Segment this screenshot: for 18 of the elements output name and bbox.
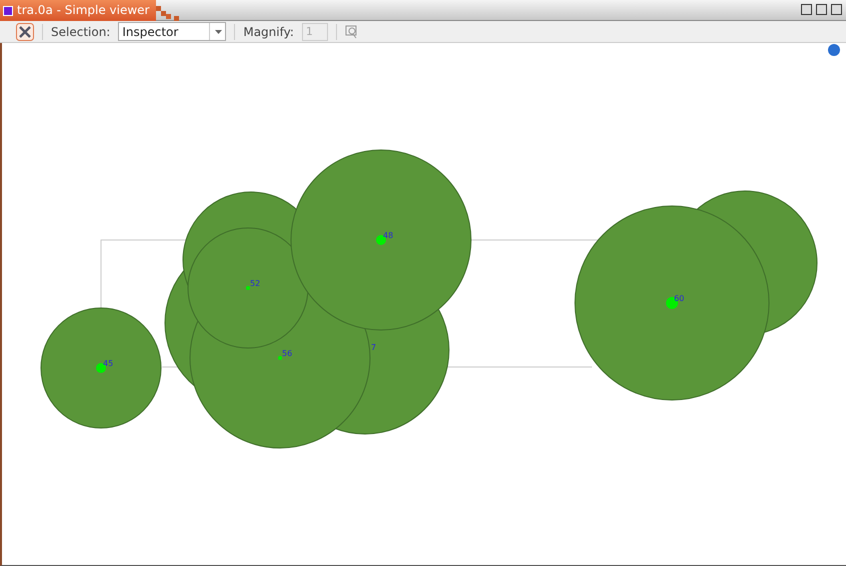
minimize-button[interactable] <box>801 4 812 15</box>
node-cluster-drawing[interactable] <box>574 190 818 400</box>
node-label: 52 <box>250 279 260 288</box>
node-label: 56 <box>282 349 292 358</box>
window-title: tra.0a - Simple viewer <box>17 2 150 19</box>
magnify-label: Magnify: <box>243 24 294 40</box>
selection-label: Selection: <box>51 24 110 40</box>
node-label: 45 <box>103 359 114 368</box>
node-label: 60 <box>674 294 684 303</box>
maximize-button[interactable] <box>816 4 827 15</box>
node-label: 7 <box>371 343 376 352</box>
caret-icon <box>215 30 222 34</box>
node-cluster-drawing[interactable] <box>164 150 472 448</box>
close-button[interactable] <box>831 4 842 15</box>
node-label: 48 <box>383 231 394 240</box>
node-drawing[interactable] <box>40 308 162 428</box>
app-icon <box>3 6 13 16</box>
selection-dropdown[interactable]: Inspector <box>118 22 226 41</box>
